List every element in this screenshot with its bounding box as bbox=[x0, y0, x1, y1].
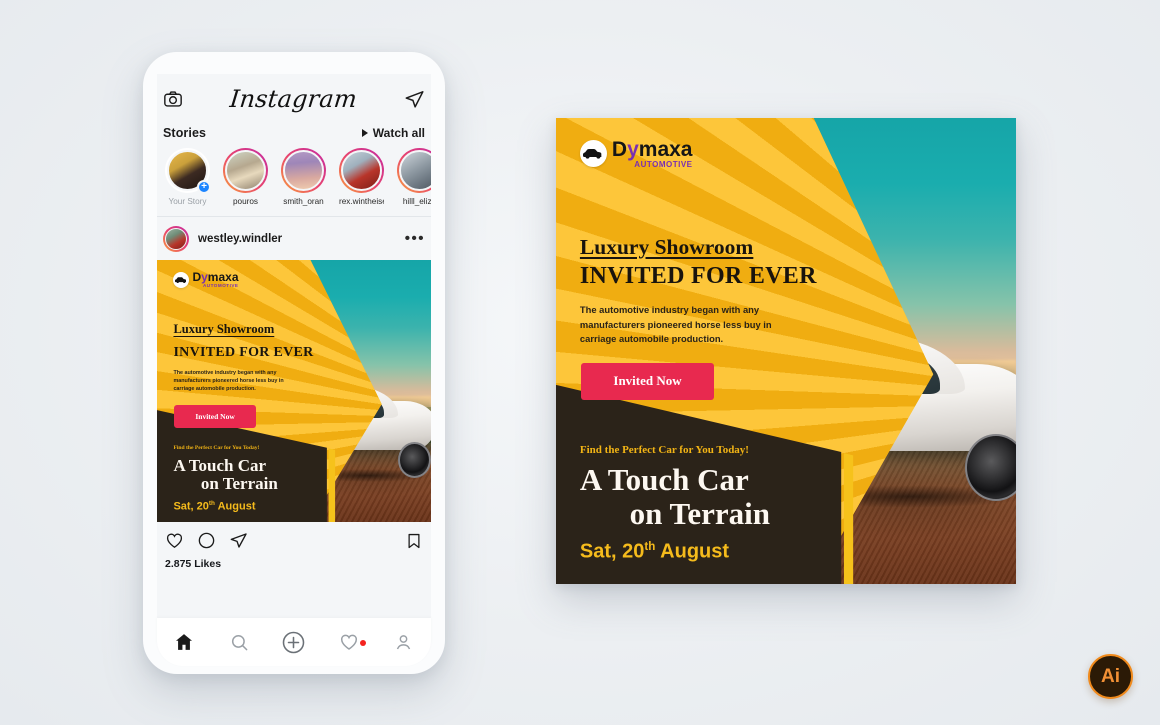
avatar bbox=[341, 150, 382, 191]
brand-name-accent: y bbox=[627, 137, 639, 161]
poster-date: Sat, 20th August bbox=[173, 500, 255, 513]
poster-date-ordinal: th bbox=[208, 499, 215, 507]
brand-tagline: AUTOMOTIVE bbox=[634, 159, 693, 169]
invited-now-button[interactable]: Invited Now bbox=[173, 405, 265, 436]
stories-title: Stories bbox=[163, 126, 207, 140]
activity-badge-dot bbox=[359, 640, 366, 646]
avatar bbox=[283, 150, 324, 191]
paper-plane-icon[interactable] bbox=[404, 89, 425, 110]
poster-date-prefix: Sat, 20 bbox=[579, 540, 645, 563]
instagram-top-bar: Instagram bbox=[157, 74, 431, 124]
tab-new-post[interactable] bbox=[274, 622, 314, 662]
story-ring bbox=[397, 148, 431, 193]
poster-body-text: The automotive industry began with any m… bbox=[579, 304, 772, 344]
brand-name-part2: maxa bbox=[638, 137, 693, 161]
brand-name: Dymaxa bbox=[612, 139, 693, 160]
poster-headline-secondary: INVITED FOR EVER bbox=[579, 263, 817, 290]
story-item-smith-oran[interactable]: smith_oran bbox=[281, 148, 326, 206]
large-poster-mockup: Dymaxa AUTOMOTIVE Luxury Showroom INVITE… bbox=[556, 118, 1016, 584]
post-image-small-poster[interactable]: Dymaxa AUTOMOTIVE Luxury Showroom INVITE… bbox=[157, 260, 431, 522]
brand-logo: Dymaxa AUTOMOTIVE bbox=[173, 271, 239, 289]
brand-name-part1: D bbox=[192, 270, 202, 284]
instagram-wordmark: Instagram bbox=[228, 85, 359, 113]
story-item-rex-wintheiser[interactable]: rex.wintheiser bbox=[339, 148, 384, 206]
phone-screen: Instagram Stories Watch all + Your Story… bbox=[157, 74, 431, 618]
heart-icon[interactable] bbox=[165, 531, 184, 550]
comment-icon[interactable] bbox=[197, 531, 216, 550]
poster-title-line-1: A Touch Car bbox=[173, 455, 267, 475]
story-ring bbox=[339, 148, 384, 193]
paper-plane-icon[interactable] bbox=[229, 531, 248, 550]
avatar bbox=[165, 228, 187, 250]
story-ring bbox=[223, 148, 268, 193]
story-item-hilll-eliza[interactable]: hilll_eliza bbox=[397, 148, 431, 206]
car-wheel-rear bbox=[398, 442, 431, 479]
post-likes-count: 2.875 Likes bbox=[165, 558, 222, 570]
poster-body-text: The automotive industry began with any m… bbox=[173, 369, 284, 392]
story-item-your-story[interactable]: + Your Story bbox=[165, 148, 211, 206]
story-label: rex.wintheiser bbox=[339, 197, 384, 206]
story-label: Your Story bbox=[168, 197, 207, 206]
post-author-ring[interactable] bbox=[163, 226, 189, 252]
story-label: smith_oran bbox=[283, 197, 324, 206]
poster-headline-primary: Luxury Showroom bbox=[579, 234, 754, 259]
watch-all-button[interactable]: Watch all bbox=[361, 126, 425, 140]
invited-now-button[interactable]: Invited Now bbox=[580, 362, 726, 411]
post-author-name[interactable]: westley.windler bbox=[198, 233, 396, 245]
brand-name-part2: maxa bbox=[207, 270, 239, 284]
bottom-tab-bar bbox=[157, 618, 431, 666]
tab-search[interactable] bbox=[219, 622, 259, 662]
poster-date-month: August bbox=[660, 540, 730, 563]
post-action-bar bbox=[157, 522, 431, 552]
brand-name: Dymaxa bbox=[192, 271, 238, 283]
poster-date: Sat, 20th August bbox=[580, 540, 729, 564]
poster-kicker: Find the Perfect Car for You Today! bbox=[579, 444, 749, 457]
add-story-icon[interactable]: + bbox=[197, 180, 211, 194]
poster-title-line-2: on Terrain bbox=[629, 495, 770, 531]
poster-date-month: August bbox=[217, 500, 256, 513]
story-item-pouros[interactable]: pouros bbox=[223, 148, 268, 206]
bookmark-icon[interactable] bbox=[405, 532, 423, 550]
story-ring bbox=[281, 148, 326, 193]
tab-profile[interactable] bbox=[384, 622, 424, 662]
play-triangle-icon bbox=[361, 129, 368, 137]
story-ring: + bbox=[165, 148, 211, 194]
poster-date-ordinal: th bbox=[644, 539, 656, 553]
post-header: westley.windler ••• bbox=[157, 217, 431, 260]
watch-all-label: Watch all bbox=[372, 126, 425, 140]
brand-name-part1: D bbox=[611, 137, 628, 161]
stories-header: Stories Watch all bbox=[157, 124, 431, 146]
car-logo-icon bbox=[579, 140, 607, 167]
stories-list[interactable]: + Your Story pouros smith_oran rex.winth… bbox=[157, 146, 431, 206]
camera-icon[interactable] bbox=[163, 89, 183, 109]
poster-headline-primary: Luxury Showroom bbox=[173, 321, 275, 336]
brand-tagline: AUTOMOTIVE bbox=[202, 283, 239, 288]
story-label: pouros bbox=[232, 197, 259, 206]
tab-activity[interactable] bbox=[329, 622, 369, 662]
more-options-icon[interactable]: ••• bbox=[405, 231, 425, 246]
brand-logo: Dymaxa AUTOMOTIVE bbox=[579, 139, 693, 169]
poster-date-prefix: Sat, 20 bbox=[173, 500, 209, 513]
poster-title-line-1: A Touch Car bbox=[579, 461, 749, 497]
adobe-illustrator-badge: Ai bbox=[1088, 654, 1133, 699]
poster-title-line-2: on Terrain bbox=[200, 473, 278, 493]
large-poster: Dymaxa AUTOMOTIVE Luxury Showroom INVITE… bbox=[556, 118, 1016, 584]
phone-mockup: Instagram Stories Watch all + Your Story… bbox=[143, 52, 445, 674]
car-logo-icon bbox=[173, 271, 190, 288]
avatar bbox=[399, 150, 431, 191]
brand-name-accent: y bbox=[201, 270, 208, 284]
poster-kicker: Find the Perfect Car for You Today! bbox=[173, 444, 260, 451]
story-label: hilll_eliza bbox=[402, 197, 431, 206]
poster-headline-secondary: INVITED FOR EVER bbox=[173, 345, 314, 361]
tab-home[interactable] bbox=[164, 622, 204, 662]
avatar bbox=[225, 150, 266, 191]
